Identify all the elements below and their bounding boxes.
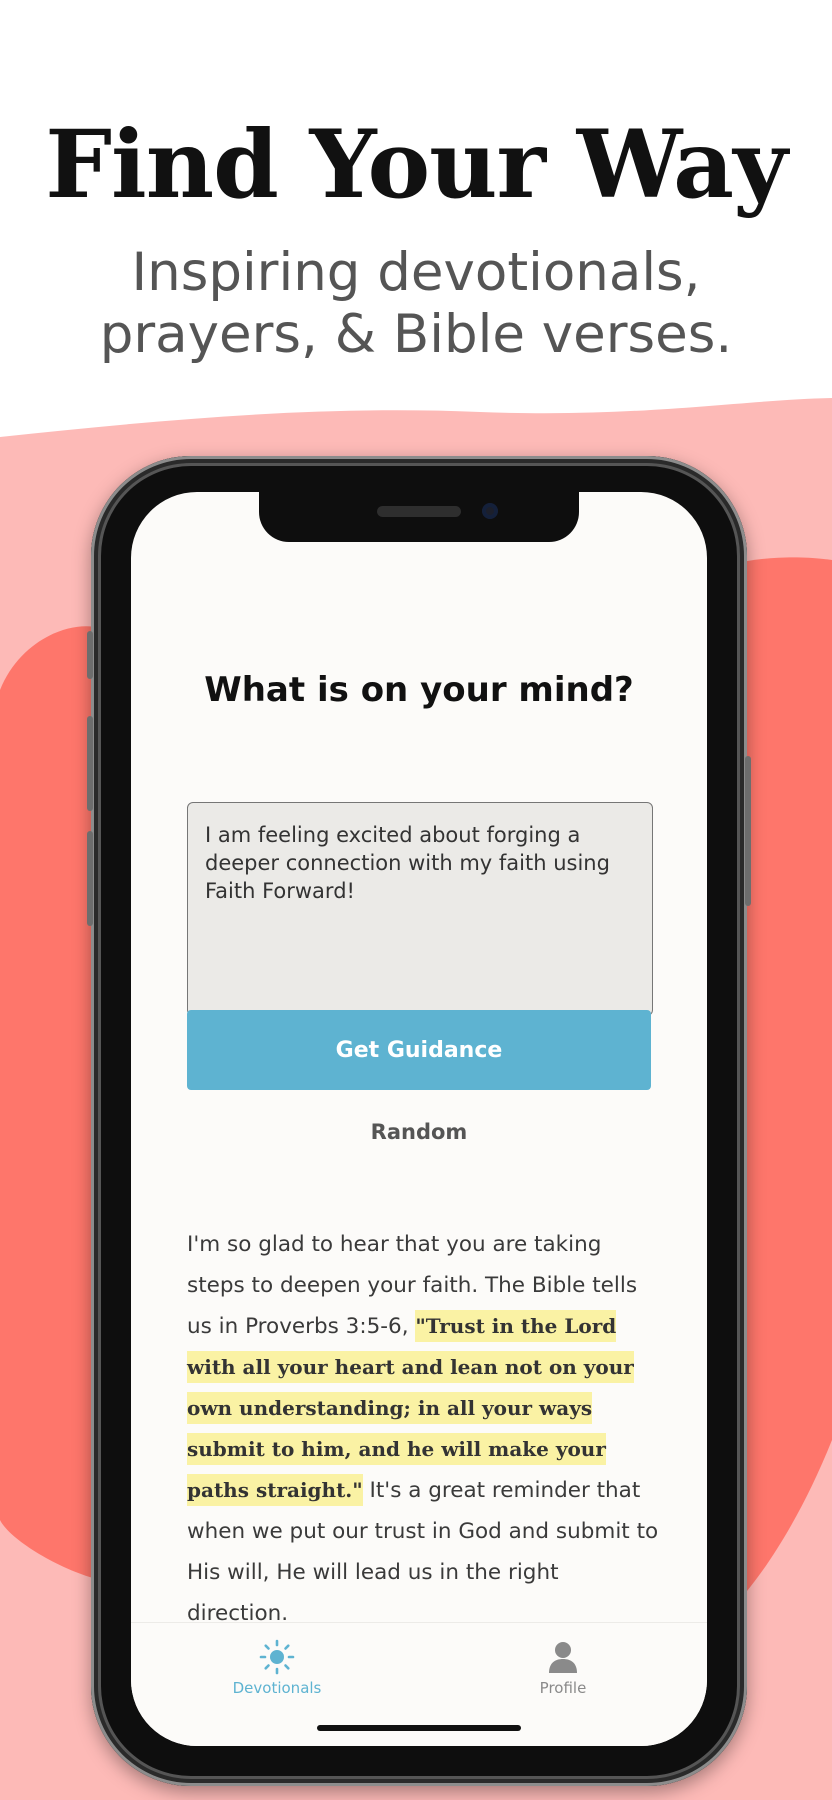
random-button[interactable]: Random [131,1120,707,1144]
get-guidance-button[interactable]: Get Guidance [187,1010,651,1090]
person-icon [549,1642,577,1673]
phone-mockup: What is on your mind? I am feeling excit… [87,456,751,1786]
phone-silent-switch [87,631,93,679]
phone-speaker [377,506,461,517]
phone-power-button [745,756,751,906]
guidance-response: I'm so glad to hear that you are taking … [187,1224,659,1634]
front-camera-icon [482,503,498,519]
tab-profile-label: Profile [539,1679,587,1697]
phone-volume-up [87,716,93,811]
app-screen: What is on your mind? I am feeling excit… [131,492,707,1746]
highlighted-verse: "Trust in the Lord with all your heart a… [187,1310,634,1506]
phone-notch [259,492,579,542]
sun-icon [259,1639,295,1675]
coral-blob-left [0,626,100,1580]
thoughts-input[interactable]: I am feeling excited about forging a dee… [187,802,653,1016]
tab-devotionals-label: Devotionals [232,1679,322,1697]
home-indicator[interactable] [317,1725,521,1731]
phone-volume-down [87,831,93,926]
page-title: What is on your mind? [204,670,634,710]
